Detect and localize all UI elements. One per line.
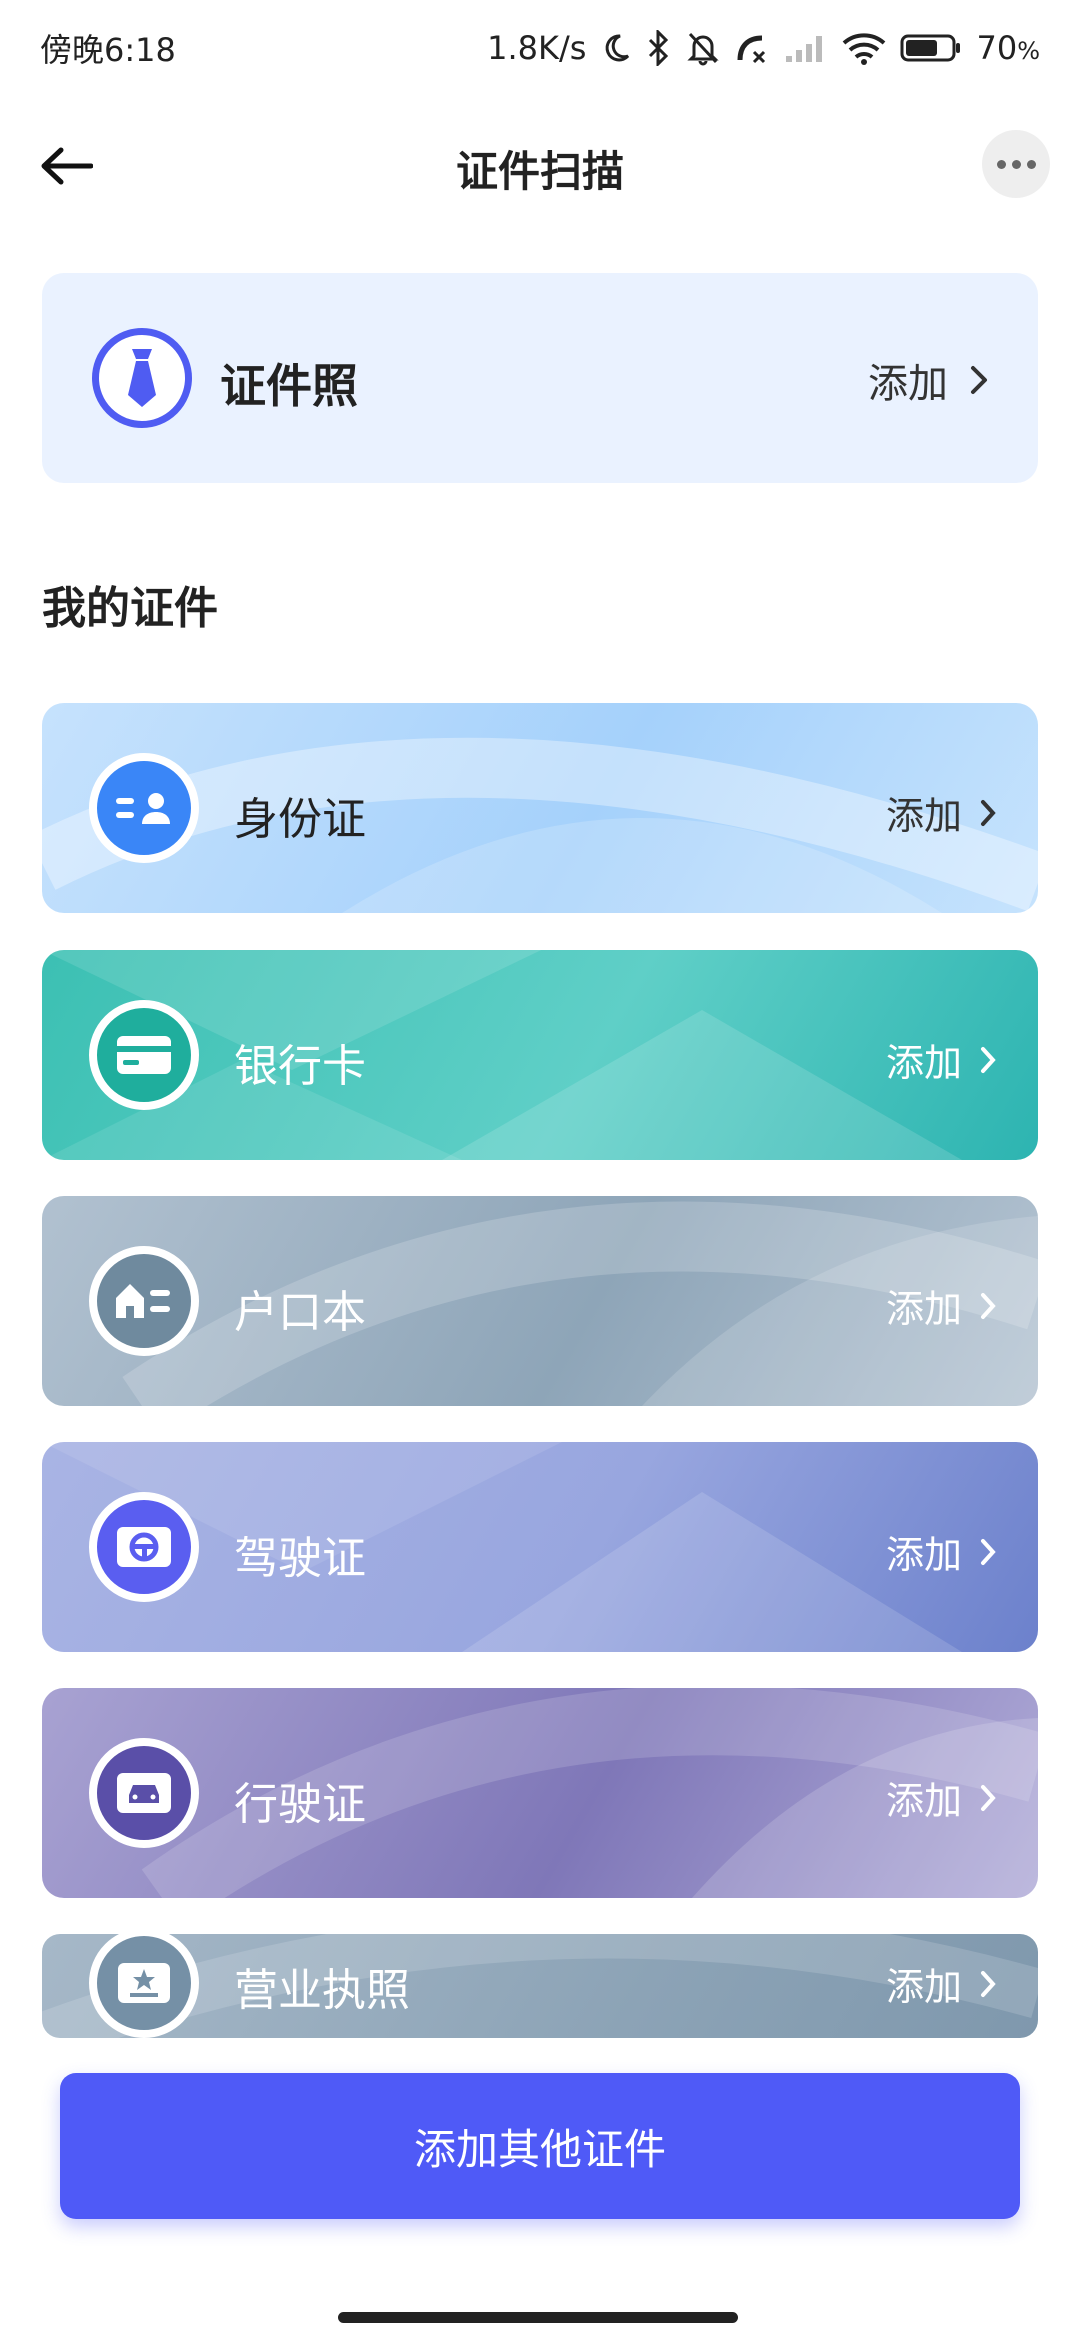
page-title: 证件扫描 [455,147,624,196]
chevron-right-icon [981,1046,996,1073]
cellular-signal-icon [784,32,828,64]
add-label: 添加 [885,794,962,838]
section-title: 我的证件 [42,583,218,634]
card-id-card[interactable]: 身份证 添加 [42,703,1038,913]
status-time: 傍晚6:18 [40,31,176,69]
chevron-right-icon [981,1784,996,1811]
card-label: 户口本 [234,1287,366,1338]
status-bar: 傍晚6:18 1.8K/s 70% [0,0,1080,96]
chevron-right-icon [981,799,996,826]
add-label: 添加 [885,1533,962,1577]
card-label: 银行卡 [234,1041,366,1092]
id-photo-card[interactable]: 证件照 添加 [42,273,1038,483]
card-driver-license[interactable]: 驾驶证 添加 [42,1442,1038,1652]
card-add[interactable]: 添加 [886,1770,996,1825]
card-add[interactable]: 添加 [886,1032,996,1087]
steering-wheel-icon [89,1492,199,1602]
card-add[interactable]: 添加 [886,1956,996,2011]
more-button[interactable] [982,130,1050,198]
call-missed-icon [734,30,770,66]
car-icon [89,1738,199,1848]
card-label: 驾驶证 [234,1533,366,1584]
bell-muted-icon [686,30,720,66]
add-other-document-button[interactable]: 添加其他证件 [60,2073,1020,2219]
card-add[interactable]: 添加 [886,1278,996,1333]
more-dot [1026,159,1036,169]
card-label: 营业执照 [234,1965,410,2016]
bank-card-icon [89,1000,199,1110]
chevron-right-icon [981,1538,996,1565]
more-dot [1011,159,1021,169]
bluetooth-icon [646,30,672,66]
add-label: 添加 [885,1041,962,1085]
card-business-license[interactable]: 营业执照 添加 [42,1934,1038,2038]
battery-percent: 70% [976,29,1040,67]
card-vehicle-license[interactable]: 行驶证 添加 [42,1688,1038,1898]
add-label: 添加 [885,1779,962,1823]
screen: 傍晚6:18 1.8K/s 70% 证件扫描 证件照 添加 我的证件 身份证 添… [0,0,1080,2340]
tie-icon [92,328,192,428]
id-photo-add[interactable]: 添加 [868,351,988,409]
card-add[interactable]: 添加 [886,785,996,840]
chevron-right-icon [981,1292,996,1319]
card-label: 行驶证 [234,1779,366,1830]
header: 证件扫描 [0,110,1080,220]
card-household-register[interactable]: 户口本 添加 [42,1196,1038,1406]
wifi-icon [842,31,886,65]
moon-icon [600,32,632,64]
more-dots-icon [996,159,1006,169]
household-register-icon [89,1246,199,1356]
battery-icon [900,32,962,64]
add-label: 添加 [868,361,948,407]
status-icons: 1.8K/s 70% [487,29,1040,67]
add-label: 添加 [885,1965,962,2009]
chevron-right-icon [971,366,987,394]
network-speed: 1.8K/s [487,29,587,67]
home-indicator[interactable] [338,2312,738,2323]
chevron-right-icon [981,1970,996,1997]
id-photo-label: 证件照 [220,359,358,413]
card-bank-card[interactable]: 银行卡 添加 [42,950,1038,1160]
add-label: 添加 [885,1287,962,1331]
card-label: 身份证 [234,794,366,845]
id-card-icon [89,753,199,863]
card-add[interactable]: 添加 [886,1524,996,1579]
